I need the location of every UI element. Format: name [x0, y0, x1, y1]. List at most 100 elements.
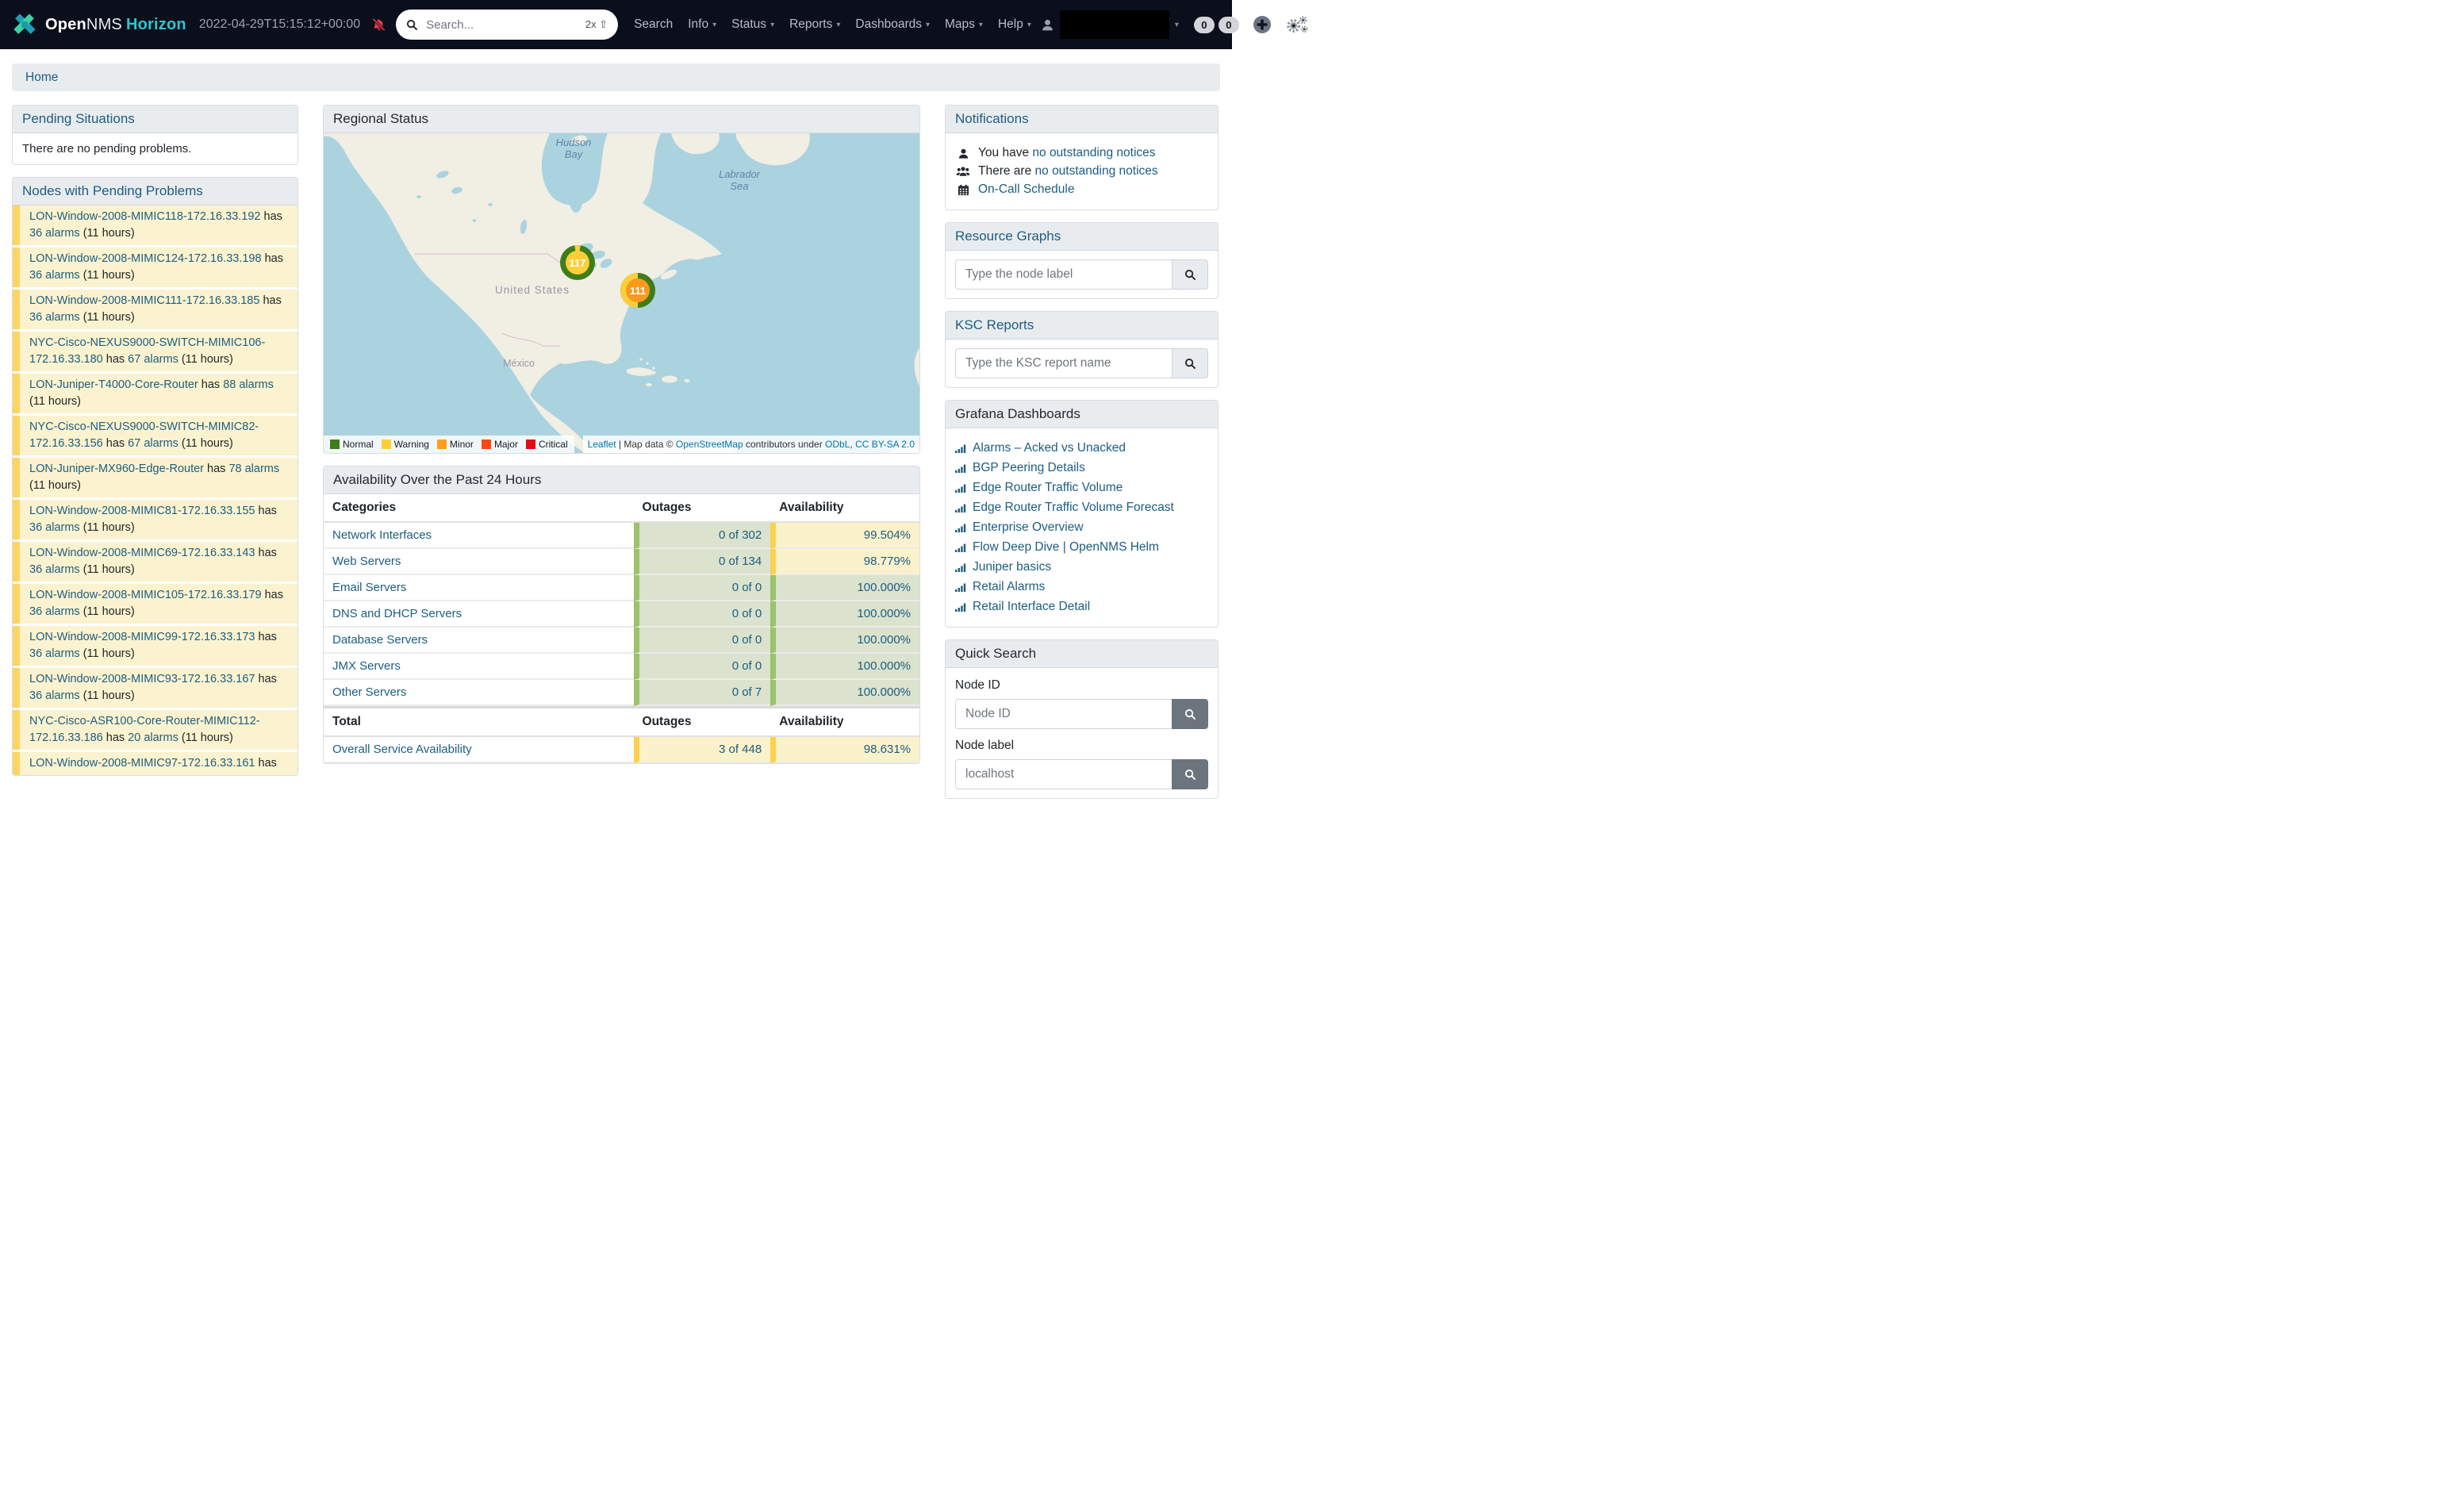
- notification-text: On-Call Schedule: [978, 182, 1074, 197]
- menu-dashboards[interactable]: Dashboards▾: [855, 17, 930, 32]
- menu-reports[interactable]: Reports▾: [789, 17, 840, 32]
- category-link[interactable]: JMX Servers: [332, 659, 401, 673]
- grafana-dashboard-link[interactable]: Edge Router Traffic Volume: [973, 479, 1123, 497]
- grafana-dashboard-link[interactable]: Retail Alarms: [973, 578, 1045, 596]
- search-input[interactable]: [424, 17, 579, 33]
- attribution-link[interactable]: OpenStreetMap: [676, 439, 743, 450]
- map-cluster-marker-117[interactable]: 117: [560, 245, 595, 280]
- quick-add-node-button[interactable]: [1253, 15, 1272, 34]
- node-link[interactable]: LON-Window-2008-MIMIC69-172.16.33.143: [29, 547, 255, 559]
- quick-search-field: Node ID: [955, 678, 1208, 729]
- node-link[interactable]: LON-Window-2008-MIMIC99-172.16.33.173: [29, 631, 255, 643]
- availability-cell: 100.000%: [770, 654, 919, 680]
- resource-graphs-search-button[interactable]: [1172, 259, 1208, 290]
- grafana-dashboard-item: Juniper basics: [955, 559, 1208, 576]
- grafana-dashboard-link[interactable]: Enterprise Overview: [973, 519, 1084, 536]
- breadcrumb-home-link[interactable]: Home: [25, 71, 58, 84]
- grafana-dashboard-link[interactable]: Juniper basics: [973, 559, 1051, 576]
- grafana-dashboard-link[interactable]: Retail Interface Detail: [973, 598, 1090, 616]
- attribution-link[interactable]: ODbL: [825, 439, 850, 450]
- grafana-dashboard-link[interactable]: Edge Router Traffic Volume Forecast: [973, 499, 1174, 516]
- username-redacted[interactable]: [1060, 10, 1169, 39]
- node-link[interactable]: LON-Window-2008-MIMIC124-172.16.33.198: [29, 252, 262, 265]
- menu-help[interactable]: Help▾: [998, 17, 1031, 32]
- ksc-reports-search-button[interactable]: [1172, 348, 1208, 378]
- category-link[interactable]: Overall Service Availability: [332, 743, 472, 756]
- alarm-count-link[interactable]: 36 alarms: [29, 227, 80, 240]
- all-notices-badge[interactable]: 0: [1219, 17, 1239, 33]
- grafana-dashboard-link[interactable]: Alarms – Acked vs Unacked: [973, 440, 1126, 457]
- node-link[interactable]: LON-Window-2008-MIMIC81-172.16.33.155: [29, 505, 255, 517]
- menu-label: Info: [688, 17, 708, 32]
- node-id-search-button[interactable]: [1172, 699, 1208, 729]
- outages-cell: 3 of 448: [634, 737, 771, 763]
- category-link[interactable]: DNS and DHCP Servers: [332, 607, 462, 620]
- menu-maps[interactable]: Maps▾: [945, 17, 983, 32]
- brand[interactable]: OpenNMSHorizon: [11, 11, 186, 38]
- alarm-count-link[interactable]: 36 alarms: [29, 269, 80, 282]
- node-link[interactable]: LON-Window-2008-MIMIC111-172.16.33.185: [29, 294, 259, 307]
- category-link[interactable]: Network Interfaces: [332, 528, 432, 542]
- menu-label: Reports: [789, 17, 832, 32]
- node-problem-item: NYC-Cisco-NEXUS9000-SWITCH-MIMIC82-172.1…: [13, 416, 297, 455]
- category-link[interactable]: Email Servers: [332, 581, 406, 594]
- menu-status[interactable]: Status▾: [731, 17, 774, 32]
- alarm-count-link[interactable]: 88 alarms: [223, 378, 274, 391]
- legend-item: Critical: [526, 439, 568, 450]
- availability-row: Other Servers0 of 7100.000%: [324, 680, 919, 706]
- node-label-input[interactable]: [955, 759, 1172, 789]
- ksc-reports-search-input[interactable]: [955, 348, 1172, 378]
- search-icon: [1184, 269, 1196, 281]
- grafana-dashboard-link[interactable]: BGP Peering Details: [973, 459, 1085, 477]
- notification-link[interactable]: On-Call Schedule: [978, 182, 1074, 196]
- alarm-count-link[interactable]: 78 alarms: [228, 463, 279, 475]
- alarm-count-link[interactable]: 36 alarms: [29, 521, 80, 534]
- notification-link[interactable]: no outstanding notices: [1035, 164, 1158, 178]
- node-id-input[interactable]: [955, 699, 1172, 729]
- map-cluster-marker-111[interactable]: 111: [620, 273, 655, 308]
- availability-total-body: Overall Service Availability3 of 44898.6…: [324, 737, 919, 763]
- ksc-reports-title[interactable]: KSC Reports: [955, 317, 1034, 332]
- alarm-count-link[interactable]: 36 alarms: [29, 563, 80, 576]
- pending-situations-title[interactable]: Pending Situations: [22, 111, 135, 126]
- resource-graphs-search-input[interactable]: [955, 259, 1172, 290]
- alarm-count-link[interactable]: 67 alarms: [128, 353, 178, 366]
- alarm-count-link[interactable]: 36 alarms: [29, 311, 80, 324]
- signal-bars-icon: [955, 523, 966, 532]
- chevron-down-icon: ▾: [1027, 21, 1031, 29]
- availability-body: Network Interfaces0 of 30299.504%Web Ser…: [324, 523, 919, 706]
- notification-link[interactable]: no outstanding notices: [1032, 146, 1155, 159]
- regional-status-map[interactable]: Hudson Bay Labrador Sea United States Mé…: [324, 133, 919, 453]
- node-link[interactable]: LON-Juniper-T4000-Core-Router: [29, 378, 198, 391]
- alarm-count-link[interactable]: 36 alarms: [29, 647, 80, 660]
- category-link[interactable]: Other Servers: [332, 685, 406, 699]
- user-notices-badge[interactable]: 0: [1194, 17, 1215, 33]
- nodes-pending-problems-title[interactable]: Nodes with Pending Problems: [22, 183, 203, 198]
- availability-row: JMX Servers0 of 0100.000%: [324, 654, 919, 680]
- node-problem-item: LON-Window-2008-MIMIC81-172.16.33.155 ha…: [13, 500, 297, 539]
- category-link[interactable]: Database Servers: [332, 633, 428, 647]
- alarm-count-link[interactable]: 67 alarms: [128, 437, 178, 450]
- quick-search-body: Node IDNode label: [946, 668, 1218, 798]
- category-link[interactable]: Web Servers: [332, 555, 401, 568]
- menu-info[interactable]: Info▾: [688, 17, 716, 32]
- resource-graphs-title[interactable]: Resource Graphs: [955, 228, 1061, 244]
- node-link[interactable]: LON-Window-2008-MIMIC118-172.16.33.192: [29, 210, 261, 223]
- node-link[interactable]: LON-Window-2008-MIMIC97-172.16.33.161: [29, 757, 255, 770]
- notices-off-indicator[interactable]: [371, 18, 386, 32]
- node-link[interactable]: LON-Window-2008-MIMIC105-172.16.33.179: [29, 589, 262, 601]
- alarm-count-link[interactable]: 36 alarms: [29, 605, 80, 618]
- notifications-title[interactable]: Notifications: [955, 111, 1029, 126]
- alarm-count-link[interactable]: 20 alarms: [128, 731, 178, 744]
- attribution-link[interactable]: CC BY-SA 2.0: [855, 439, 915, 450]
- node-link[interactable]: LON-Juniper-MX960-Edge-Router: [29, 463, 204, 475]
- grafana-dashboard-link[interactable]: Flow Deep Dive | OpenNMS Helm: [973, 539, 1159, 556]
- menu-search[interactable]: Search: [634, 17, 673, 32]
- attribution-link[interactable]: Leaflet: [588, 439, 616, 450]
- alarm-count-link[interactable]: 36 alarms: [29, 689, 80, 702]
- admin-settings-button[interactable]: [1285, 16, 1308, 34]
- grafana-dashboard-item: Retail Interface Detail: [955, 598, 1208, 616]
- node-link[interactable]: LON-Window-2008-MIMIC93-172.16.33.167: [29, 673, 255, 685]
- node-label-search-button[interactable]: [1172, 759, 1208, 789]
- grafana-dashboard-item: BGP Peering Details: [955, 459, 1208, 477]
